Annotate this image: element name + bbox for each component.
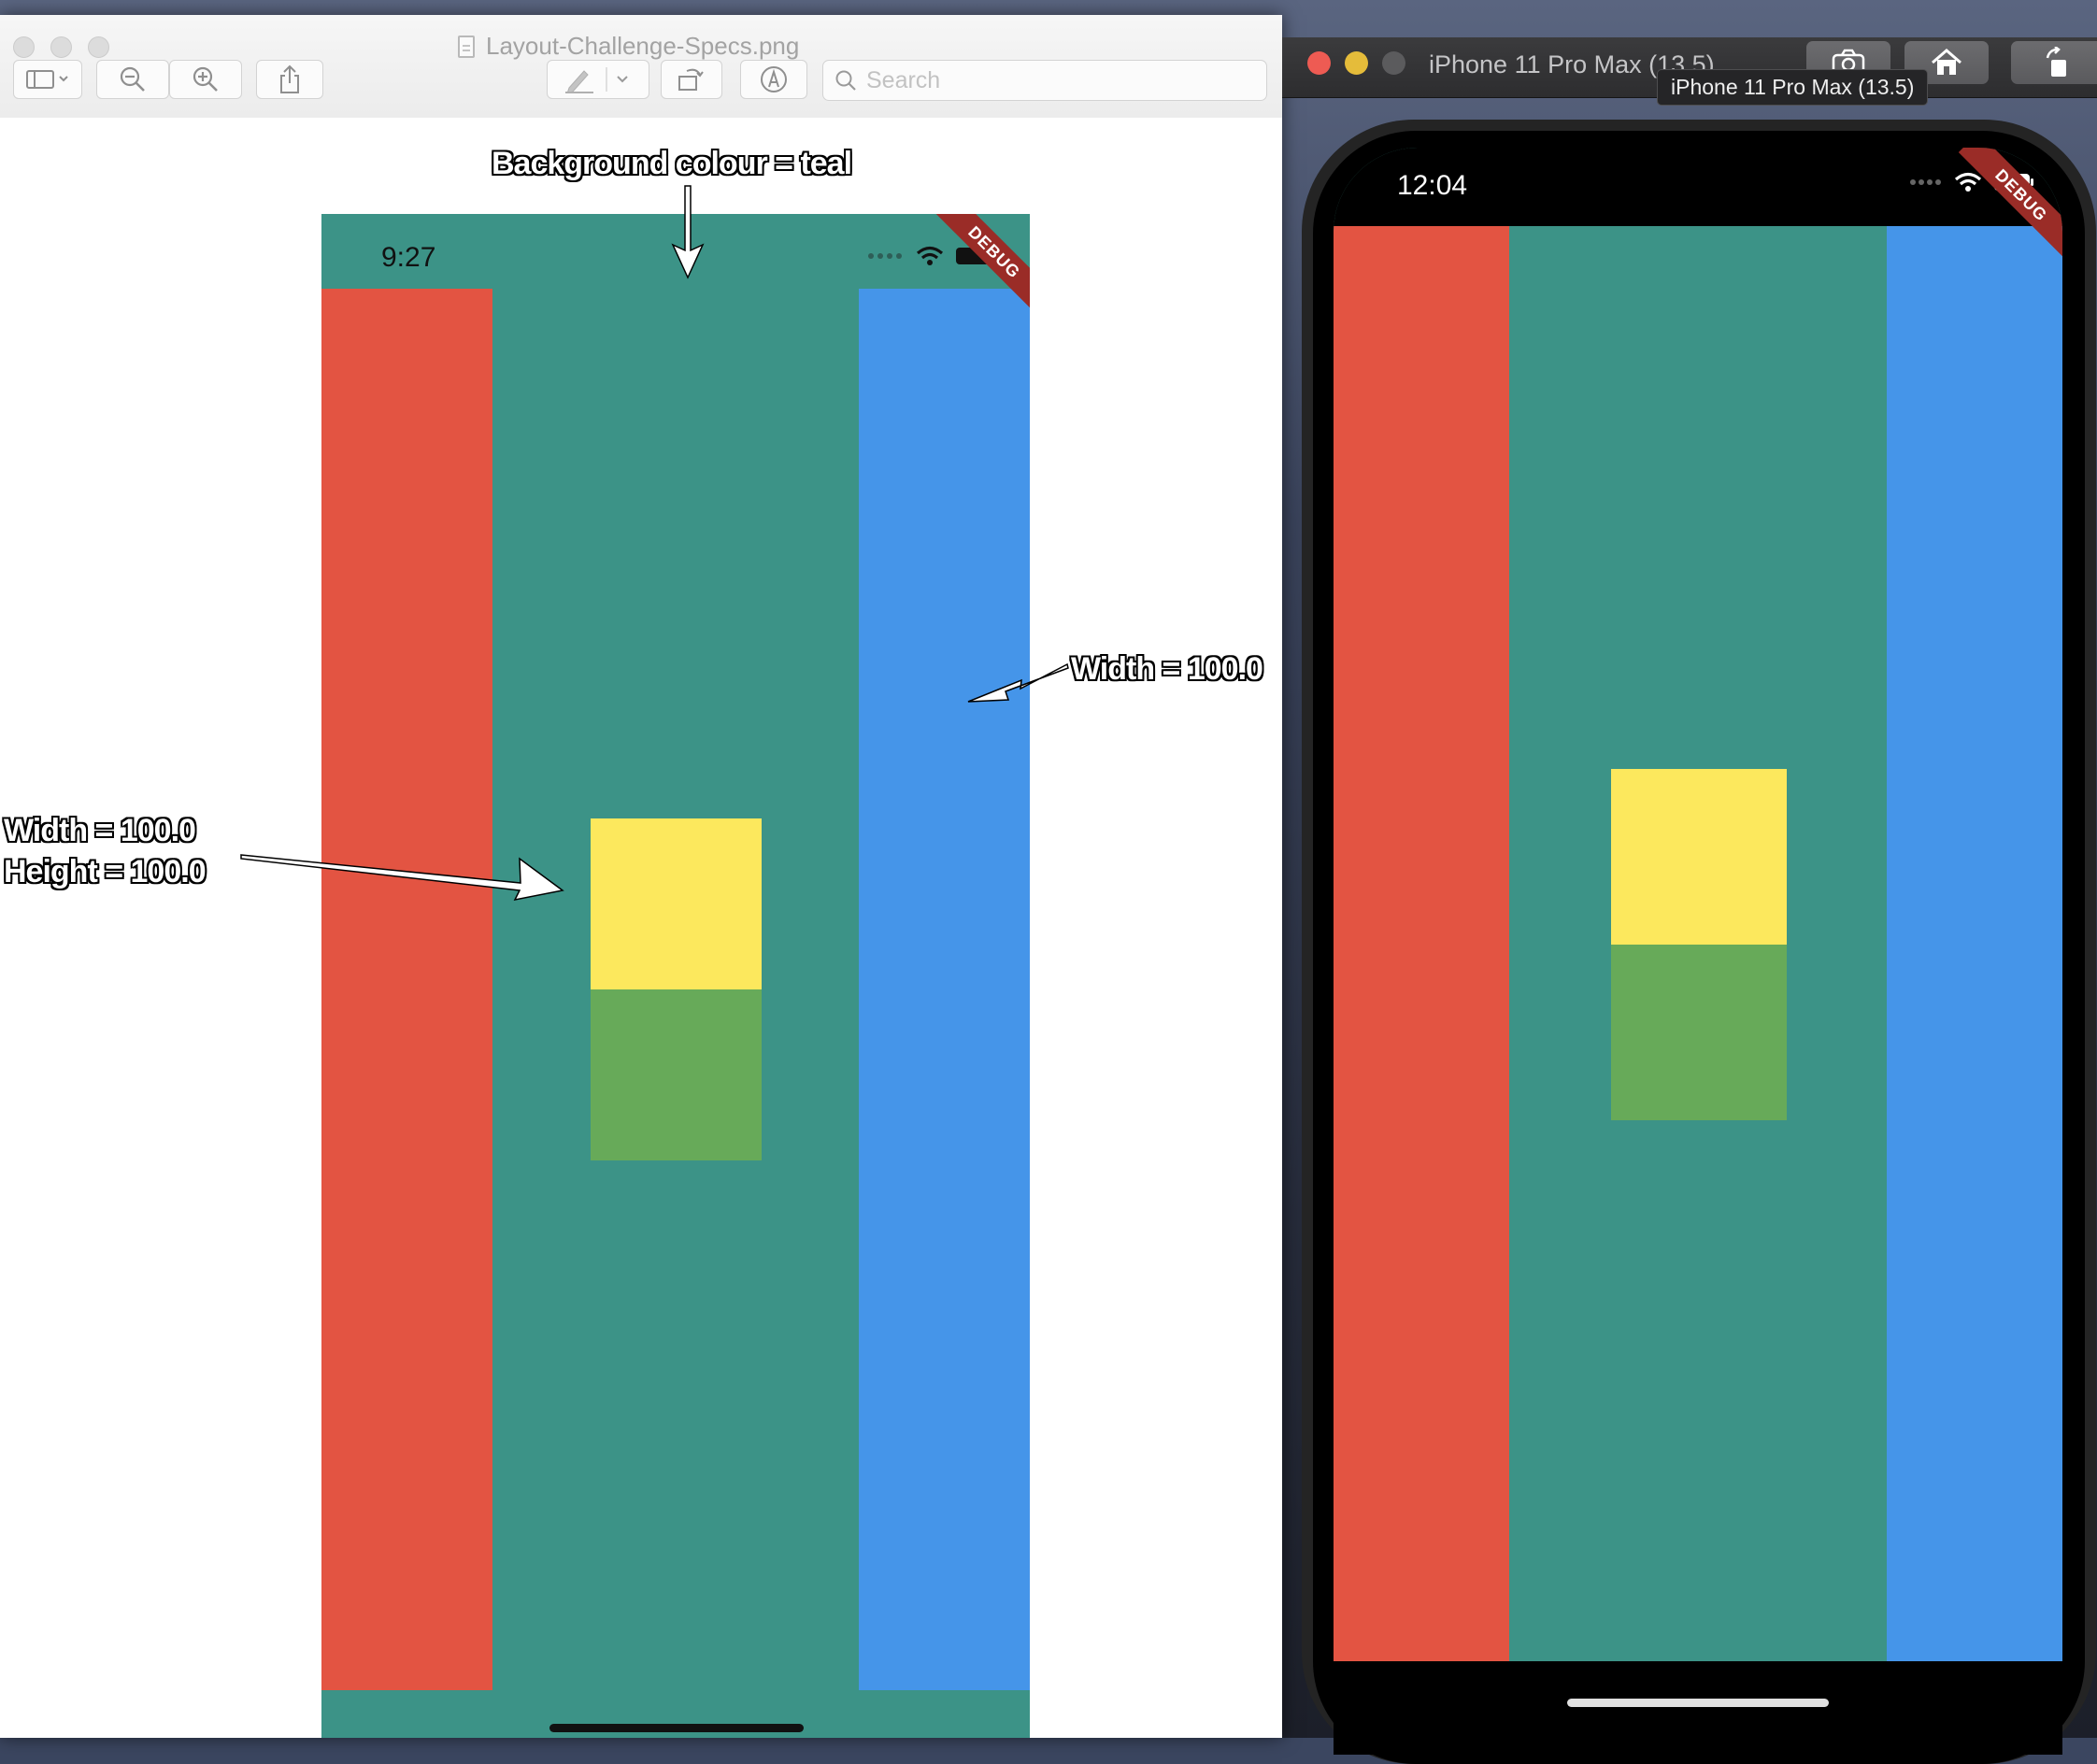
mockup-red-column — [321, 289, 492, 1690]
zoom-out-button[interactable] — [96, 60, 169, 99]
annotate-icon — [761, 66, 787, 92]
mockup-yellow-box — [591, 818, 762, 989]
wifi-icon — [916, 246, 944, 265]
simulator-red-column — [1334, 226, 1509, 1661]
simulator-blue-column — [1887, 226, 2062, 1661]
sidebar-icon — [26, 70, 68, 89]
rotate-icon — [2046, 47, 2066, 77]
annotation-width-height: Width = 100.0 Height = 100.0 — [4, 813, 207, 889]
rotate-button[interactable] — [661, 60, 722, 99]
simulator-screen: 12:04 DEBUG — [1334, 148, 2062, 1755]
annotation-background-colour: Background colour = teal — [492, 146, 852, 181]
simulator-tooltip: iPhone 11 Pro Max (13.5) — [1657, 69, 1929, 106]
minimize-window-button[interactable] — [50, 36, 72, 58]
simulator-notch — [1516, 148, 1880, 200]
zoom-out-icon — [120, 66, 145, 92]
rotate-icon — [678, 68, 704, 91]
simulator-green-box — [1611, 945, 1787, 1120]
preview-window: Layout-Challenge-Specs.png Search 9:27 D… — [0, 15, 1282, 1738]
home-icon — [1932, 49, 1961, 75]
zoom-in-button[interactable] — [169, 60, 242, 99]
document-icon — [458, 35, 475, 58]
window-title: Layout-Challenge-Specs.png — [458, 32, 799, 61]
search-field[interactable] — [822, 60, 1267, 101]
share-icon — [280, 64, 299, 93]
sidebar-toggle-button[interactable] — [13, 60, 82, 99]
mockup-green-box — [591, 989, 762, 1160]
share-button[interactable] — [256, 60, 323, 99]
annotate-button[interactable] — [740, 60, 807, 99]
close-window-button[interactable] — [13, 36, 35, 58]
signal-icon — [868, 253, 902, 259]
close-window-button[interactable] — [1307, 51, 1331, 75]
zoom-window-button[interactable] — [88, 36, 109, 58]
simulator-yellow-box — [1611, 769, 1787, 945]
signal-icon — [1910, 179, 1941, 185]
wifi-icon — [1954, 172, 1982, 192]
search-icon — [835, 70, 856, 91]
minimize-window-button[interactable] — [1345, 51, 1368, 75]
simulator-home-indicator — [1567, 1699, 1829, 1707]
mockup-blue-column — [859, 289, 1030, 1690]
window-title-text: Layout-Challenge-Specs.png — [486, 32, 800, 60]
mockup-home-indicator — [549, 1724, 804, 1732]
preview-titlebar: Layout-Challenge-Specs.png — [0, 15, 1282, 119]
rotate-device-button[interactable] — [2011, 41, 2097, 84]
zoom-window-button[interactable] — [1382, 51, 1405, 75]
mockup-phone-screen: 9:27 DEBUG — [321, 214, 1030, 1738]
simulator-bottom-bar — [1334, 1661, 2062, 1755]
markup-button[interactable] — [547, 60, 649, 99]
zoom-in-icon — [193, 66, 218, 92]
mockup-status-time: 9:27 — [381, 242, 436, 273]
annotation-width: Width = 100.0 — [1071, 651, 1263, 687]
markup-icon — [565, 67, 628, 93]
search-input[interactable] — [866, 66, 1240, 94]
simulator-status-time: 12:04 — [1397, 170, 1468, 201]
